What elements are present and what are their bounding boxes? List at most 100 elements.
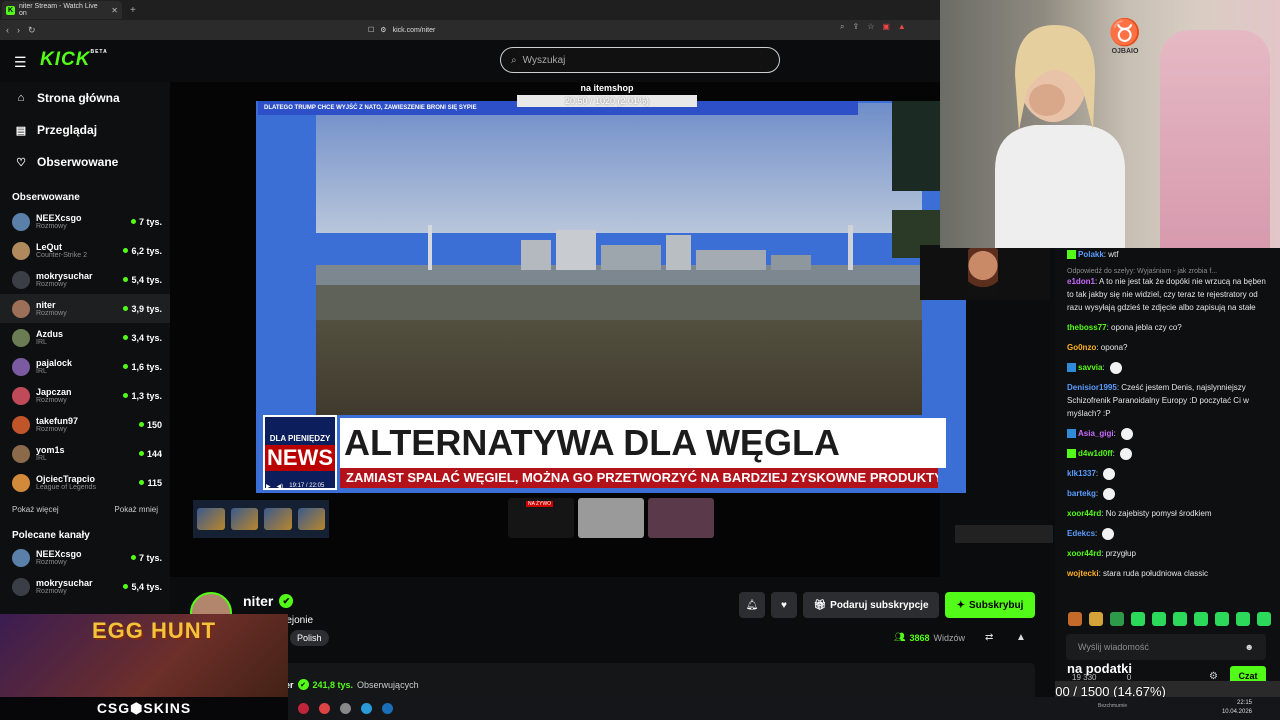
emote-icon[interactable]: [1236, 612, 1250, 626]
chat-username[interactable]: Denisior1995: [1067, 383, 1117, 392]
sidebar-channel-azdus[interactable]: Azdus IRL 3,4 tys.: [0, 323, 170, 352]
emote-icon[interactable]: [1068, 612, 1082, 626]
follow-heart-button[interactable]: ♥: [771, 592, 797, 618]
chat-username[interactable]: savvia: [1078, 363, 1102, 372]
menu-icon[interactable]: ☰: [14, 54, 27, 71]
app-icon[interactable]: [361, 703, 372, 714]
forward-icon[interactable]: ›: [17, 25, 20, 35]
warning-icon[interactable]: ▲: [898, 22, 906, 32]
followed-channels: NEEXcsgo Rozmowy 7 tys. LeQut Counter-Strike…: [0, 207, 170, 497]
channel-name: OjciecTrapcio: [36, 474, 96, 484]
share-icon[interactable]: ⇄: [985, 632, 993, 643]
live-dot-icon: [123, 364, 129, 369]
chat-username[interactable]: bartekg: [1067, 489, 1096, 498]
emote-icon[interactable]: [1131, 612, 1145, 626]
kick-logo[interactable]: KICKBETA: [40, 49, 108, 71]
chat-username[interactable]: Polakk: [1078, 250, 1104, 259]
verified-small-icon: ✔: [297, 679, 309, 690]
url-field[interactable]: ☐ ⚙ kick.com/niter: [368, 22, 908, 38]
chat-username[interactable]: theboss77: [1067, 323, 1107, 332]
chat-input[interactable]: Wyślij wiadomość ☻: [1066, 634, 1266, 660]
share-page-icon[interactable]: ⇪: [852, 22, 859, 32]
report-icon[interactable]: ▲: [1016, 632, 1026, 643]
sidebar-channel-neexcsgo[interactable]: NEEXcsgo Rozmowy 7 tys.: [0, 207, 170, 236]
sidebar-channel-japczan[interactable]: Japczan Rozmowy 1,3 tys.: [0, 381, 170, 410]
chat-line: Go0nzo: opona?: [1067, 343, 1128, 352]
search-input[interactable]: ⌕ Wyszukaj: [500, 47, 780, 73]
emote-icon[interactable]: [1110, 612, 1124, 626]
sidebar-channel-neexcsgo[interactable]: NEEXcsgo Rozmowy 7 tys.: [0, 543, 170, 572]
emote-icon[interactable]: [1152, 612, 1166, 626]
sidebar-channel-mokrysuchar[interactable]: mokrysuchar Rozmowy 5,4 tys.: [0, 265, 170, 294]
beta-badge: BETA: [90, 49, 108, 55]
chat-username[interactable]: Go0nzo: [1067, 343, 1096, 352]
star-icon[interactable]: ☆: [867, 22, 874, 32]
language-tag[interactable]: Polish: [290, 630, 329, 646]
sidebar-channel-yom1s[interactable]: yom1s IRL 144: [0, 439, 170, 468]
chat-message: Odpowiedź do szelyy: Wyjaśniam - jak zro…: [1067, 268, 1270, 314]
video-sky: [316, 103, 922, 233]
chat-username[interactable]: e1don1: [1067, 277, 1095, 286]
channel-name: mokrysuchar: [36, 578, 93, 588]
sidebar-channel-lequt[interactable]: LeQut Counter-Strike 2 6,2 tys.: [0, 236, 170, 265]
extension-icon[interactable]: ▣: [882, 22, 890, 32]
sidebar-channel-pajalock[interactable]: pajalock IRL 1,6 tys.: [0, 352, 170, 381]
case-items-row: NA ŻYWO: [508, 498, 718, 538]
steam-icon[interactable]: [382, 703, 393, 714]
subscribe-button[interactable]: ✦ Subskrybuj: [945, 592, 1035, 618]
notification-bell-button[interactable]: 🔔︎: [739, 592, 765, 618]
chat-username[interactable]: Edekcs: [1067, 529, 1095, 538]
emote-icon[interactable]: [1194, 612, 1208, 626]
reload-icon[interactable]: ↻: [28, 25, 36, 36]
kick-top-nav: [0, 40, 940, 82]
channel-viewers: 144: [138, 449, 162, 459]
play-icon[interactable]: ▶: [266, 483, 271, 490]
chat-text: A to nie jest tak że dopóki nie wrzucą n…: [1067, 277, 1266, 312]
show-less-button[interactable]: Pokaż mniej: [114, 505, 158, 514]
sidebar-channel-takefun97[interactable]: takefun97 Rozmowy 150: [0, 410, 170, 439]
chat-username[interactable]: xoor44rd: [1067, 509, 1101, 518]
channel-category: Rozmowy: [36, 559, 67, 566]
sidebar-channel-mokrysuchar[interactable]: mokrysuchar Rozmowy 5,4 tys.: [0, 572, 170, 601]
chat-line: xoor44rd: No zajebisty pomysł środkiem: [1067, 509, 1212, 518]
browser-tab[interactable]: K niter Stream - Watch Live on ✕: [2, 1, 122, 19]
itemshop-goal: na itemshop 20.50 / 1020 (2.01%): [517, 83, 697, 111]
mini-overlay: [955, 525, 1053, 543]
channel-name[interactable]: niter: [243, 593, 273, 609]
chat-username[interactable]: wojtecki: [1067, 569, 1099, 578]
chat-username[interactable]: d4w1d0ff: [1078, 449, 1113, 458]
streamer-face: [968, 248, 998, 298]
chat-message: klk1337:: [1067, 467, 1270, 480]
nav-following[interactable]: ♡ Obserwowane: [0, 146, 170, 178]
system-clock[interactable]: 22:15 10.04.2026: [1222, 699, 1252, 717]
chat-username[interactable]: xoor44rd: [1067, 549, 1101, 558]
volume-icon[interactable]: ◀): [277, 483, 284, 490]
nav-home[interactable]: ⌂ Strona główna: [0, 82, 170, 114]
emote-icon[interactable]: [1257, 612, 1271, 626]
sidebar-channel-niter[interactable]: niter Rozmowy 3,9 tys.: [0, 294, 170, 323]
emote-icon[interactable]: [1089, 612, 1103, 626]
nav-browse[interactable]: ▤ Przeglądaj: [0, 114, 170, 146]
followers-value: 241,8 tys.: [312, 679, 354, 690]
close-tab-icon[interactable]: ✕: [111, 6, 118, 15]
channel-category: Rozmowy: [36, 281, 67, 288]
gift-subs-button[interactable]: 🎁︎ Podaruj subskrypcje: [803, 592, 939, 618]
chat-username[interactable]: Asia_gigi: [1078, 429, 1114, 438]
emote-icon[interactable]: [1173, 612, 1187, 626]
show-more-button[interactable]: Pokaż więcej: [12, 505, 59, 514]
app-icon[interactable]: [319, 703, 330, 714]
back-icon[interactable]: ‹: [6, 25, 9, 35]
emote-icon[interactable]: [1215, 612, 1229, 626]
new-tab-button[interactable]: +: [130, 5, 136, 16]
opera-icon[interactable]: [298, 703, 309, 714]
chat-message: Go0nzo: opona?: [1067, 341, 1270, 354]
player-time: 19:17 / 22:05: [289, 483, 325, 489]
chat-username[interactable]: klk1337: [1067, 469, 1096, 478]
zoom-icon[interactable]: ⌕: [840, 22, 844, 32]
bookmark-icon[interactable]: ☐: [368, 26, 374, 34]
app-icon[interactable]: [340, 703, 351, 714]
sidebar-channel-ojciectrapcio[interactable]: OjciecTrapcio League of Legends 115: [0, 468, 170, 497]
case-item: [578, 498, 644, 538]
site-info-icon[interactable]: ⚙: [380, 26, 386, 34]
emoji-icon[interactable]: ☻: [1245, 642, 1254, 652]
